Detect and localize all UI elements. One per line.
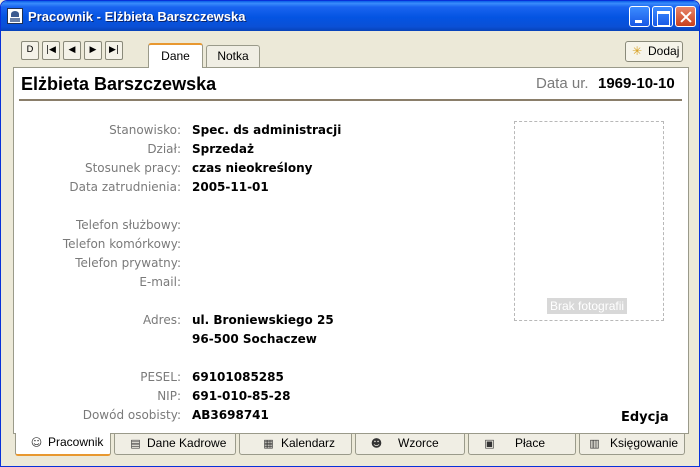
tab-kalendarz[interactable]: ▦ Kalendarz	[239, 434, 352, 455]
edit-button[interactable]: Edycja	[621, 410, 669, 425]
photo-placeholder[interactable]: Brak fotografii	[514, 121, 664, 321]
employee-window: Pracownik - Elżbieta Barszczewska D |◀ ◀…	[0, 0, 700, 467]
tab-ksiegowanie[interactable]: ▥ Księgowanie	[579, 434, 685, 455]
hire-date-label: Data zatrudnienia:	[69, 180, 181, 194]
id-card-label: Dowód osobisty:	[82, 408, 181, 422]
tab-kalendarz-label: Kalendarz	[281, 436, 336, 450]
person-icon: ☺	[30, 436, 43, 449]
nip-value: 691-010-85-28	[192, 389, 291, 403]
work-phone-label: Telefon służbowy:	[76, 218, 181, 232]
tab-pracownik[interactable]: ☺ Pracownik	[15, 433, 111, 456]
department-label: Dział:	[147, 142, 181, 156]
id-card-value: AB3698741	[192, 408, 269, 422]
tab-dane-kadrowe[interactable]: ▤ Dane Kadrowe	[114, 434, 236, 455]
ledger-icon: ▥	[589, 437, 600, 450]
address-label: Adres:	[143, 313, 181, 327]
tab-notka[interactable]: Notka	[206, 45, 260, 67]
tab-wzorce-label: Wzorce	[398, 436, 439, 450]
add-button-label: Dodaj	[648, 44, 680, 58]
document-icon: ▤	[130, 437, 141, 450]
employment-type-value: czas nieokreślony	[192, 161, 313, 175]
sparkle-icon: ✳	[632, 44, 643, 58]
close-button[interactable]	[675, 6, 696, 27]
window-title: Pracownik - Elżbieta Barszczewska	[28, 9, 246, 24]
hire-date-value: 2005-11-01	[192, 180, 269, 194]
title-bar[interactable]: Pracownik - Elżbieta Barszczewska	[1, 1, 699, 31]
address-city-value: 96-500 Sochaczew	[192, 332, 317, 346]
pesel-label: PESEL:	[140, 370, 181, 384]
add-button[interactable]: ✳ Dodaj	[625, 41, 683, 62]
header-divider	[19, 99, 682, 101]
no-photo-label: Brak fotografii	[547, 298, 628, 314]
calculator-icon: ▣	[484, 437, 495, 450]
tab-ksiegowanie-label: Księgowanie	[610, 436, 679, 450]
nip-label: NIP:	[157, 389, 181, 403]
minimize-button[interactable]	[629, 6, 650, 27]
nav-last-button[interactable]: ▶|	[105, 41, 123, 60]
tab-wzorce[interactable]: ☻ Wzorce	[355, 434, 465, 455]
tab-place-label: Płace	[515, 436, 546, 450]
nav-prev-button[interactable]: ◀	[63, 41, 81, 60]
address-street-value: ul. Broniewskiego 25	[192, 313, 334, 327]
dob-label: Data ur.	[536, 75, 589, 92]
mobile-phone-label: Telefon komórkowy:	[62, 237, 181, 251]
position-label: Stanowisko:	[109, 123, 181, 137]
maximize-button[interactable]	[652, 6, 673, 27]
pesel-value: 69101085285	[192, 370, 284, 384]
employment-type-label: Stosunek pracy:	[84, 161, 181, 175]
app-icon[interactable]	[7, 8, 23, 24]
tab-place[interactable]: ▣ Płace	[468, 434, 576, 455]
tab-dane-kadrowe-label: Dane Kadrowe	[147, 436, 227, 450]
nav-detail-button[interactable]: D	[21, 41, 39, 60]
employee-name: Elżbieta Barszczewska	[21, 74, 217, 94]
people-icon: ☻	[370, 437, 383, 450]
nav-first-button[interactable]: |◀	[42, 41, 60, 60]
position-value: Spec. ds administracji	[192, 123, 342, 137]
department-value: Sprzedaż	[192, 142, 254, 156]
private-phone-label: Telefon prywatny:	[75, 256, 181, 270]
tab-pracownik-label: Pracownik	[48, 435, 104, 449]
nav-next-button[interactable]: ▶	[84, 41, 102, 60]
tab-dane[interactable]: Dane	[148, 43, 203, 68]
email-label: E-mail:	[139, 275, 181, 289]
calendar-icon: ▦	[263, 437, 274, 450]
employee-detail-panel: Elżbieta Barszczewska Data ur. 1969-10-1…	[13, 67, 689, 434]
dob-value: 1969-10-10	[598, 75, 675, 92]
